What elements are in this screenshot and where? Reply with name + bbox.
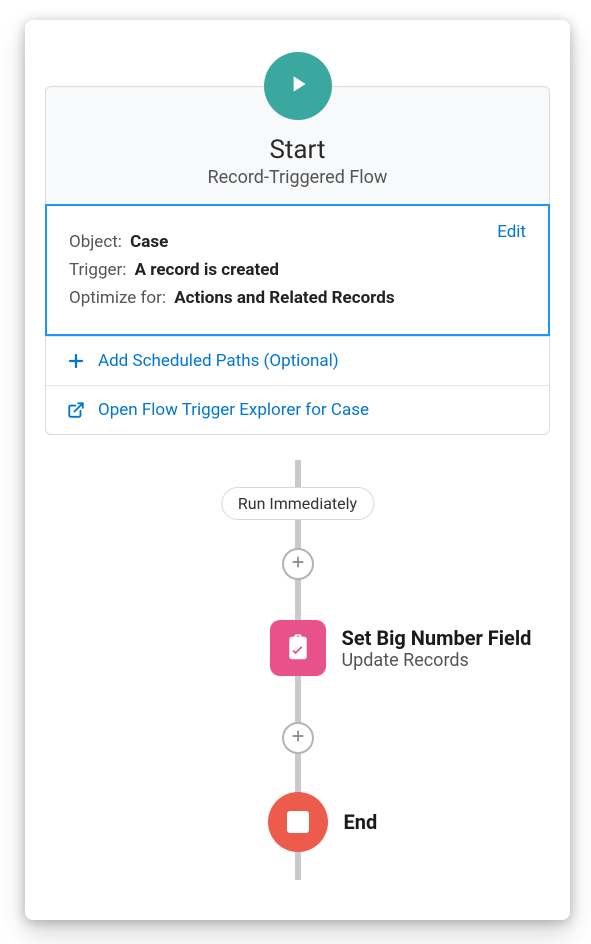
play-icon xyxy=(285,71,311,101)
update-records-subtitle: Update Records xyxy=(342,650,532,671)
start-title: Start xyxy=(56,135,539,165)
update-records-node[interactable]: Set Big Number Field Update Records xyxy=(298,620,532,676)
config-trigger-row: Trigger: A record is created xyxy=(69,260,526,280)
add-scheduled-paths-link[interactable]: Add Scheduled Paths (Optional) xyxy=(46,336,549,385)
update-records-labels: Set Big Number Field Update Records xyxy=(342,626,532,671)
config-object-label: Object: xyxy=(69,232,122,252)
stop-icon xyxy=(287,811,309,833)
config-optimize-value: Actions and Related Records xyxy=(174,288,394,308)
config-optimize-row: Optimize for: Actions and Related Record… xyxy=(69,288,526,308)
end-title: End xyxy=(344,810,378,834)
update-records-icon xyxy=(270,620,326,676)
config-optimize-label: Optimize for: xyxy=(69,288,166,308)
start-play-button[interactable] xyxy=(264,52,332,120)
add-scheduled-paths-label: Add Scheduled Paths (Optional) xyxy=(98,351,339,371)
config-object-row: Object: Case xyxy=(69,232,526,252)
flow-canvas: Start Record-Triggered Flow Edit Object:… xyxy=(25,20,570,920)
start-subtitle: Record-Triggered Flow xyxy=(56,167,539,188)
plus-icon xyxy=(290,554,306,574)
plus-icon xyxy=(290,728,306,748)
path-label-run-immediately[interactable]: Run Immediately xyxy=(221,487,374,520)
update-records-title: Set Big Number Field xyxy=(342,626,532,650)
end-node[interactable]: End xyxy=(298,792,378,852)
open-trigger-explorer-label: Open Flow Trigger Explorer for Case xyxy=(98,400,369,420)
start-config-panel[interactable]: Edit Object: Case Trigger: A record is c… xyxy=(45,204,550,336)
start-node-card: Start Record-Triggered Flow Edit Object:… xyxy=(45,86,550,435)
edit-link[interactable]: Edit xyxy=(497,222,526,242)
end-icon xyxy=(268,792,328,852)
config-trigger-value: A record is created xyxy=(135,260,279,280)
config-trigger-label: Trigger: xyxy=(69,260,126,280)
external-link-icon xyxy=(66,400,86,420)
plus-icon xyxy=(66,351,86,371)
config-object-value: Case xyxy=(130,232,168,252)
add-element-button[interactable] xyxy=(282,548,314,580)
add-element-button[interactable] xyxy=(282,722,314,754)
open-trigger-explorer-link[interactable]: Open Flow Trigger Explorer for Case xyxy=(46,385,549,434)
